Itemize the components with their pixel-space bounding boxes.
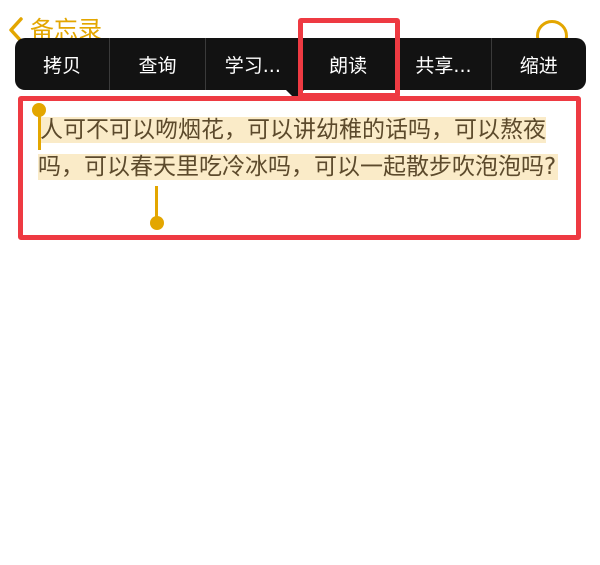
selection-start-caret <box>38 110 41 150</box>
notes-screen: 备忘录 拷贝 查询 学习... 朗读 共享... 缩进 人可不可以吻烟花，可以讲… <box>0 0 600 565</box>
text-context-menu: 拷贝 查询 学习... 朗读 共享... 缩进 <box>15 38 586 90</box>
menu-item-copy[interactable]: 拷贝 <box>15 38 111 90</box>
menu-item-lookup[interactable]: 查询 <box>110 38 206 90</box>
selection-end-handle[interactable] <box>150 216 164 230</box>
menu-item-learn[interactable]: 学习... <box>206 38 301 90</box>
menu-item-indent[interactable]: 缩进 <box>492 38 586 90</box>
note-body[interactable]: 人可不可以吻烟花，可以讲幼稚的话吗，可以熬夜吗，可以春天里吃冷冰吗，可以一起散步… <box>38 112 568 186</box>
menu-item-share[interactable]: 共享... <box>396 38 492 90</box>
menu-caret <box>284 88 306 99</box>
selected-note-text[interactable]: 人可不可以吻烟花，可以讲幼稚的话吗，可以熬夜吗，可以春天里吃冷冰吗，可以一起散步… <box>38 117 559 180</box>
menu-item-speak[interactable]: 朗读 <box>301 38 397 90</box>
